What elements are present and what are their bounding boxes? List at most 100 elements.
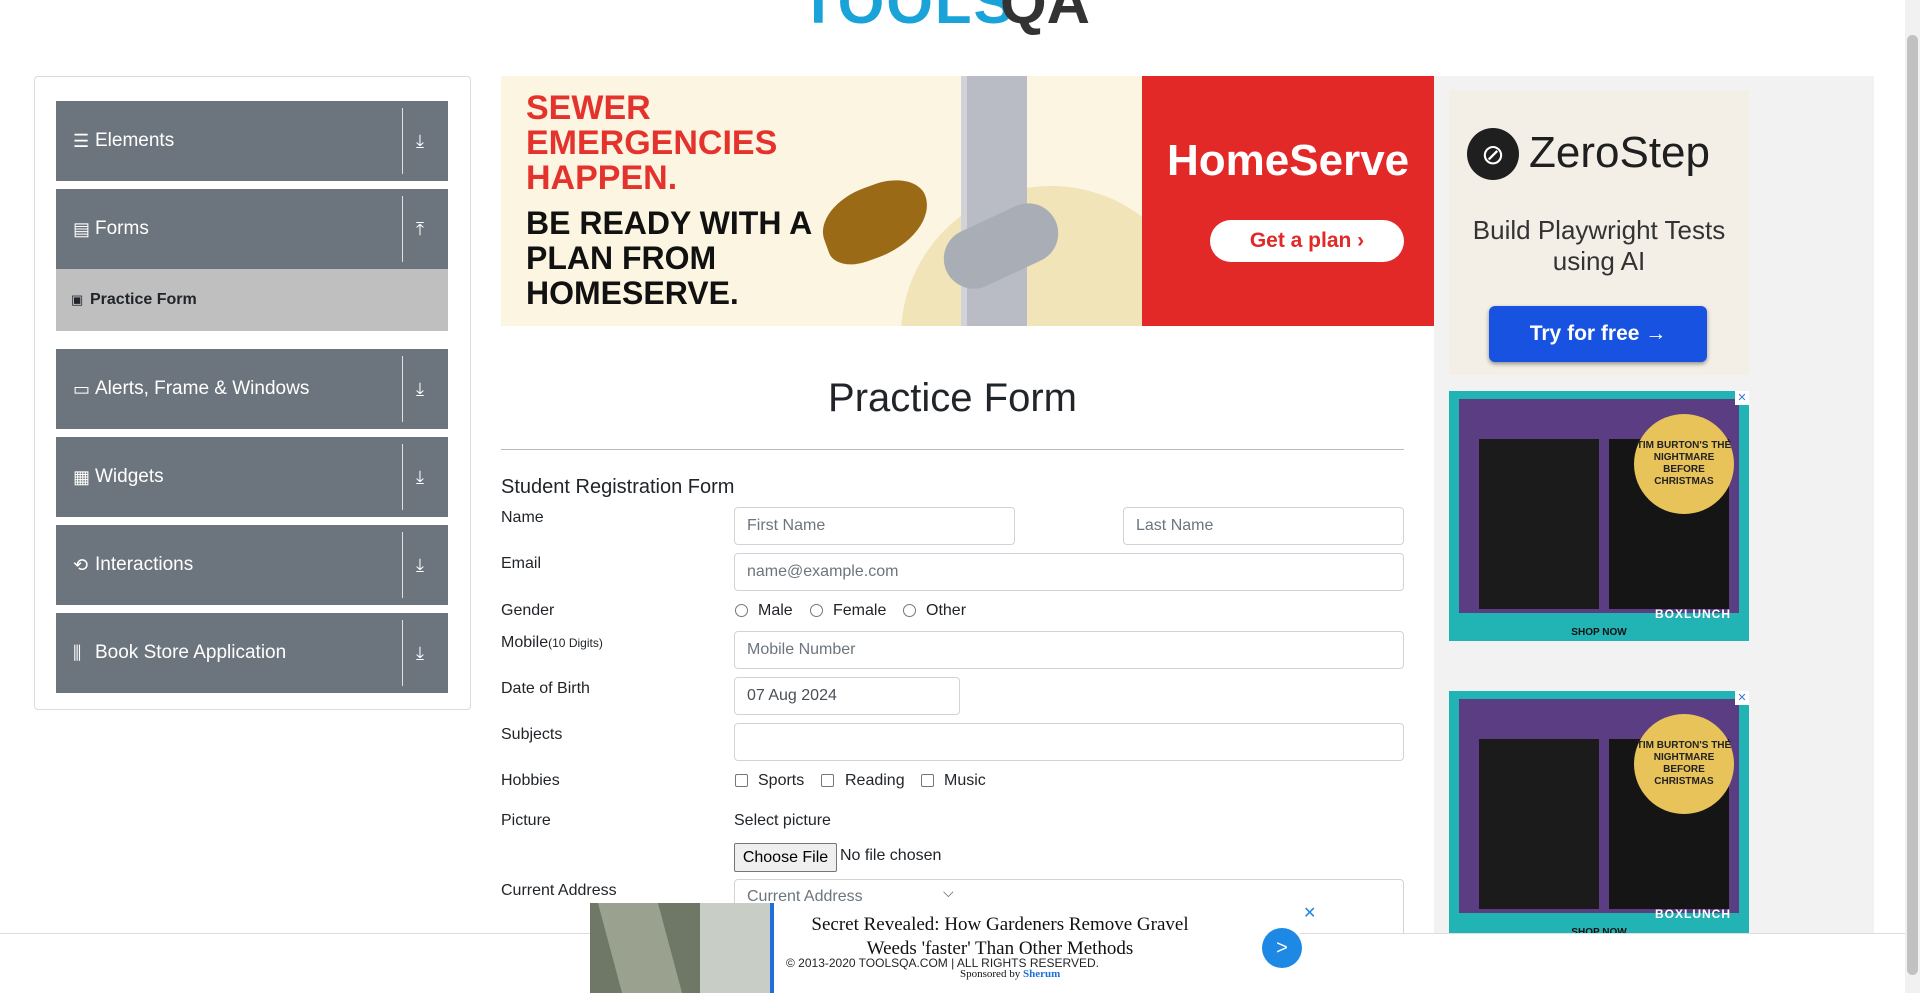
hobby-music-label[interactable]: Music: [944, 772, 986, 790]
sidebar-group-label: Widgets: [95, 466, 164, 487]
sidebar: ☰ Elements ⤓ ▤ Forms ⤒ ▣ Practice Form ▭…: [34, 76, 471, 710]
mobile-input[interactable]: Mobile Number: [734, 631, 1404, 669]
choose-file-button[interactable]: Choose File: [734, 843, 837, 872]
shop-now-link[interactable]: SHOP NOW: [1449, 625, 1749, 641]
menu-icon: ☰: [73, 130, 90, 151]
gender-other-radio[interactable]: [903, 604, 916, 617]
gender-male-label[interactable]: Male: [758, 602, 793, 620]
scrollbar-thumb[interactable]: [1907, 35, 1918, 975]
divider: [402, 108, 403, 174]
ad-go-button[interactable]: >: [1262, 928, 1302, 968]
gender-other-label[interactable]: Other: [926, 602, 966, 620]
nightmare-shirt-ad-1[interactable]: TIM BURTON'S THE NIGHTMARE BEFORE CHRIST…: [1449, 391, 1749, 641]
copyright: © 2013-2020 TOOLSQA.COM | ALL RIGHTS RES…: [786, 956, 1099, 970]
document-icon: ▤: [73, 218, 91, 239]
gender-male-radio[interactable]: [735, 604, 748, 617]
ad-headline[interactable]: Secret Revealed: How Gardeners Remove Gr…: [785, 913, 1215, 961]
sidebar-group-label: Elements: [95, 130, 175, 151]
path-image: [597, 903, 683, 993]
ad-badge: TIM BURTON'S THE NIGHTMARE BEFORE CHRIST…: [1634, 714, 1734, 814]
chevron-down-icon: ⌵: [943, 884, 954, 900]
bottom-sticky-ad[interactable]: Secret Revealed: How Gardeners Remove Gr…: [590, 903, 1316, 993]
subjects-input[interactable]: [734, 723, 1404, 761]
current-address-label: Current Address: [501, 882, 617, 899]
boxlunch-logo: BOXLUNCH: [1655, 907, 1731, 921]
sidebar-group-elements[interactable]: ☰ Elements ⤓: [56, 101, 448, 181]
mobile-hint: (10 Digits): [548, 636, 603, 650]
sidebar-group-interactions[interactable]: ⟲ Interactions ⤓: [56, 525, 448, 605]
picture-label: Picture: [501, 812, 551, 829]
banner-right-panel: HomeServe Get a plan ›: [1142, 76, 1434, 326]
sidebar-group-label: Interactions: [95, 554, 194, 575]
email-input[interactable]: name@example.com: [734, 553, 1404, 591]
expand-icon: ⤓: [416, 466, 424, 487]
hobby-sports-checkbox[interactable]: [735, 774, 748, 787]
sidebar-group-forms[interactable]: ▤ Forms ⤒: [56, 189, 448, 269]
try-for-free-button[interactable]: Try for free →: [1489, 306, 1707, 362]
form-subtitle: Student Registration Form: [501, 476, 735, 498]
zerostep-brand: ZeroStep: [1529, 128, 1710, 177]
nightmare-shirt-ad-2[interactable]: TIM BURTON'S THE NIGHTMARE BEFORE CHRIST…: [1449, 691, 1749, 941]
dob-label: Date of Birth: [501, 680, 590, 697]
dob-input[interactable]: 07 Aug 2024: [734, 677, 960, 715]
sidebar-group-widgets[interactable]: ▦ Widgets ⤓: [56, 437, 448, 517]
expand-icon: ⤓: [416, 642, 424, 663]
window-icon: ▭: [73, 378, 91, 399]
select-picture-label: Select picture: [734, 812, 831, 829]
mobile-label-text: Mobile: [501, 634, 549, 651]
wall-image: [700, 903, 770, 993]
hobbies-label: Hobbies: [501, 772, 560, 789]
logo-text: TOOLS: [800, 0, 1016, 36]
expand-icon: ⤓: [416, 554, 424, 575]
widgets-icon: ▦: [73, 466, 91, 487]
ad-close-icon[interactable]: ✕: [1735, 391, 1749, 405]
gender-female-radio[interactable]: [810, 604, 823, 617]
homeserve-banner-ad[interactable]: SEWER EMERGENCIES HAPPEN. BE READY WITH …: [501, 76, 1434, 326]
ad-close-icon[interactable]: ✕: [1735, 691, 1749, 705]
boxlunch-logo: BOXLUNCH: [1655, 607, 1731, 621]
sidebar-group-label: Forms: [95, 218, 149, 239]
ad-image: TIM BURTON'S THE NIGHTMARE BEFORE CHRIST…: [1459, 699, 1739, 921]
name-label: Name: [501, 509, 544, 526]
shirt-image: [1479, 739, 1599, 909]
splash-image: [812, 169, 940, 273]
toolsqa-logo[interactable]: TOOLS QA: [800, 0, 1120, 42]
books-icon: ⫼: [73, 642, 82, 663]
ad-close-icon[interactable]: ✕: [1303, 903, 1316, 923]
zerostep-ad[interactable]: ⊘ ZeroStep Build Playwright Tests using …: [1449, 90, 1749, 375]
sidebar-item-practice-form[interactable]: ▣ Practice Form: [56, 269, 448, 331]
expand-icon: ⤓: [416, 378, 424, 399]
email-label: Email: [501, 555, 542, 572]
mobile-label: Mobile(10 Digits): [501, 634, 603, 652]
collapse-icon: ⤒: [416, 218, 424, 239]
ad-accent-bar: [770, 903, 774, 993]
last-name-input[interactable]: Last Name: [1123, 507, 1404, 545]
subjects-label: Subjects: [501, 726, 563, 743]
first-name-input[interactable]: First Name: [734, 507, 1015, 545]
divider: [501, 449, 1404, 450]
html-icon: ▣: [71, 292, 84, 307]
sidebar-group-book-store[interactable]: ⫼ Book Store Application ⤓: [56, 613, 448, 693]
sidebar-group-label: Alerts, Frame & Windows: [95, 378, 310, 399]
interactions-icon: ⟲: [73, 554, 89, 575]
divider: [402, 444, 403, 510]
banner-headline: SEWER EMERGENCIES HAPPEN.: [526, 89, 778, 197]
sidebar-group-alerts[interactable]: ▭ Alerts, Frame & Windows ⤓: [56, 349, 448, 429]
hobby-reading-label[interactable]: Reading: [845, 772, 905, 790]
sidebar-item-label: Practice Form: [90, 291, 197, 308]
hobby-music-checkbox[interactable]: [921, 774, 934, 787]
divider: [402, 620, 403, 686]
hobby-sports-label[interactable]: Sports: [758, 772, 804, 790]
zerostep-tagline: Build Playwright Tests using AI: [1472, 215, 1726, 276]
gender-female-label[interactable]: Female: [833, 602, 886, 620]
banner-body: BE READY WITH A PLAN FROM HOMESERVE.: [526, 205, 812, 311]
get-plan-button[interactable]: Get a plan ›: [1210, 220, 1404, 262]
ad-badge: TIM BURTON'S THE NIGHTMARE BEFORE CHRIST…: [1634, 414, 1734, 514]
divider: [402, 356, 403, 422]
hobby-reading-checkbox[interactable]: [821, 774, 834, 787]
ad-image: TIM BURTON'S THE NIGHTMARE BEFORE CHRIST…: [1459, 399, 1739, 621]
divider: [402, 532, 403, 598]
logo-qa: QA: [1000, 0, 1090, 36]
expand-icon: ⤓: [416, 130, 424, 151]
zerostep-logo-icon: ⊘: [1467, 128, 1519, 180]
